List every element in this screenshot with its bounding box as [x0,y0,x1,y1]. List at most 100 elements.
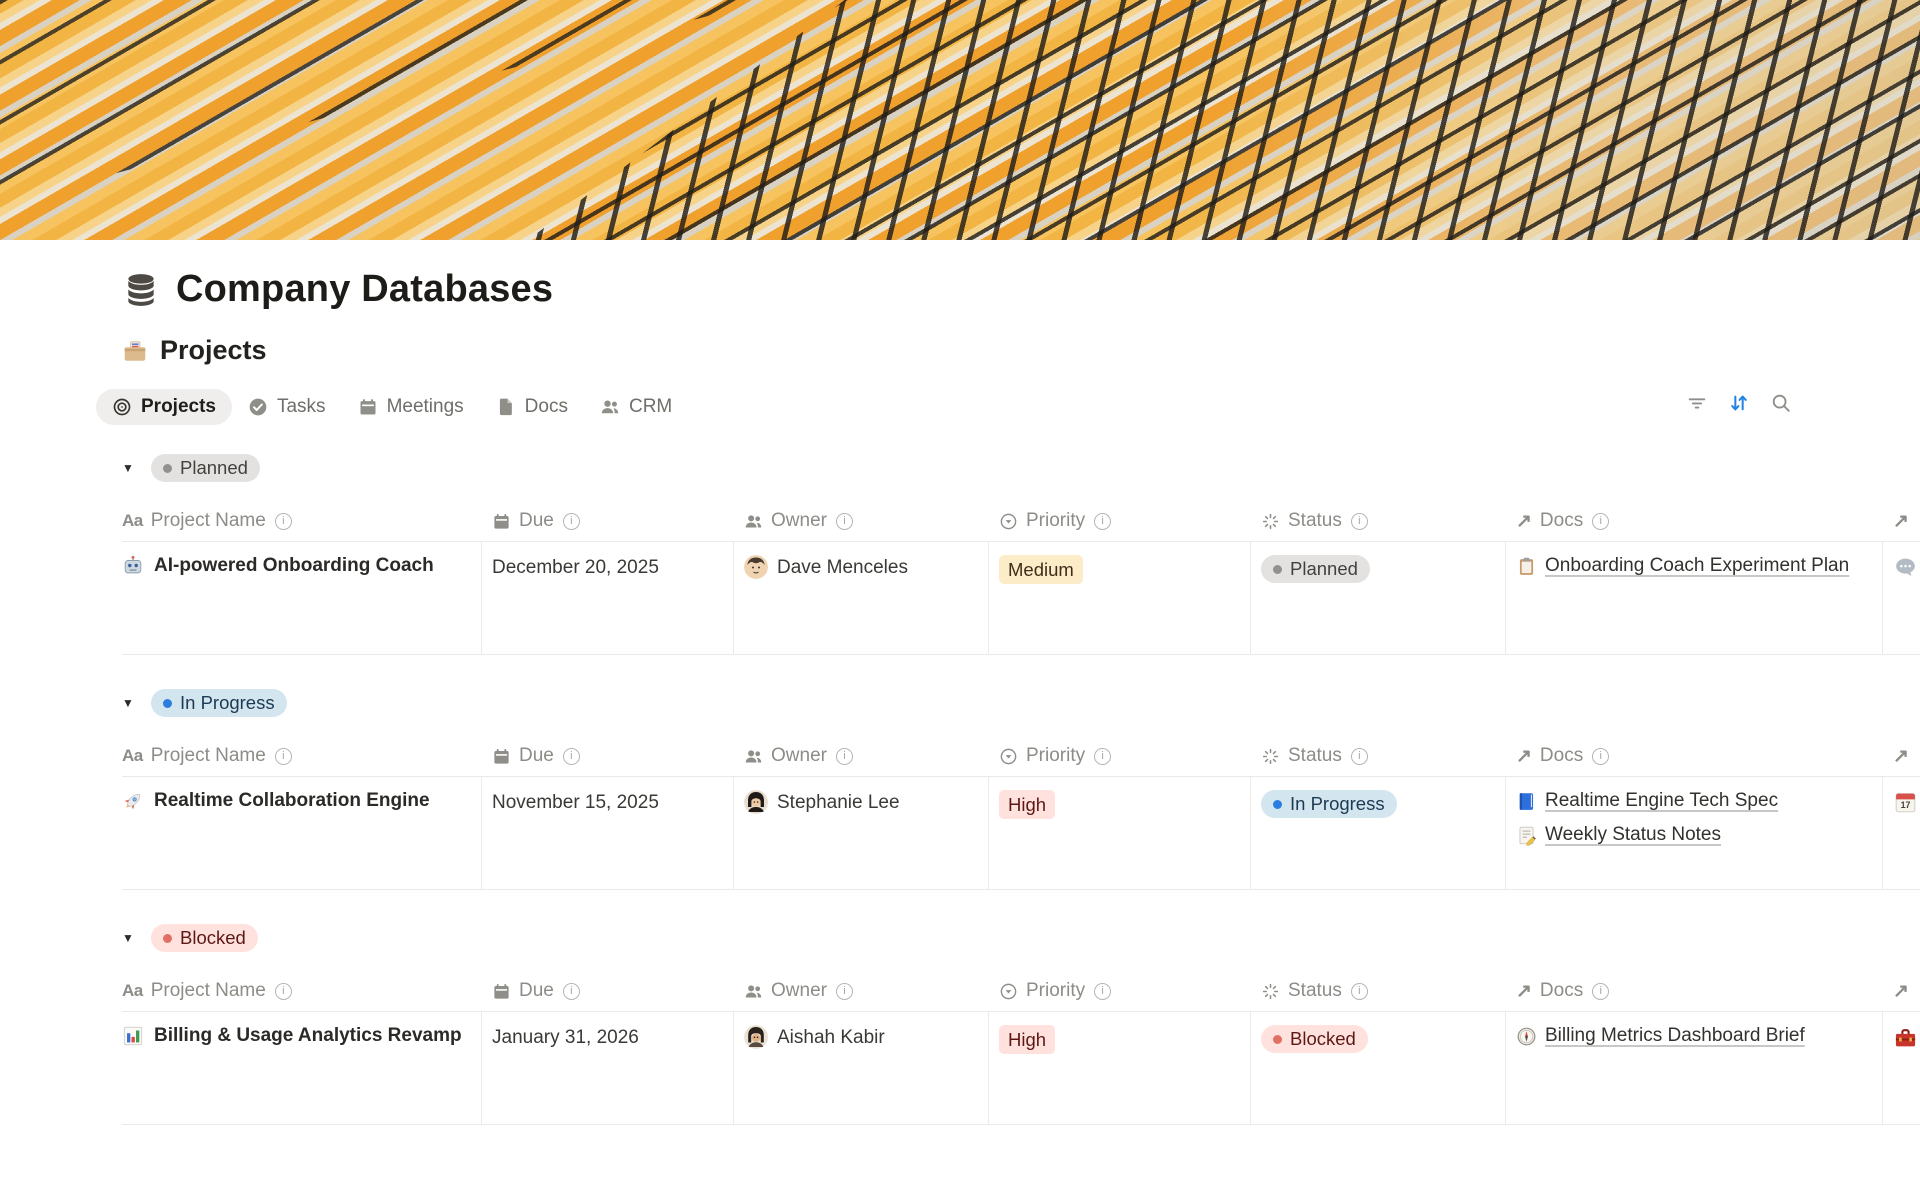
people-icon [744,747,763,766]
cell-docs: Onboarding Coach Experiment Plan [1506,542,1883,655]
info-icon[interactable]: i [275,748,292,765]
cell-docs: Billing Metrics Dashboard Brief [1506,1012,1883,1125]
filter-icon[interactable] [1686,392,1708,414]
cell-extra[interactable] [1883,542,1920,655]
tab-crm[interactable]: CRM [584,389,688,425]
status-tag: Planned [1261,555,1370,583]
arrow-up-right-icon: ↗ [1516,980,1532,1003]
status-dot [163,699,172,708]
column-header-project-name[interactable]: AaProject Namei [122,501,482,542]
cell-priority[interactable]: Medium [989,542,1251,655]
group-status-badge[interactable]: Planned [151,454,260,482]
info-icon[interactable]: i [1592,983,1609,1000]
column-header-priority[interactable]: Priorityi [989,971,1251,1012]
tab-tasks[interactable]: Tasks [232,389,342,425]
doc-link[interactable]: Billing Metrics Dashboard Brief [1516,1025,1805,1047]
info-icon[interactable]: i [1351,983,1368,1000]
info-icon[interactable]: i [836,983,853,1000]
group-label: Planned [180,457,248,479]
column-header-status[interactable]: Statusi [1251,736,1506,777]
projects-table: AaProject Namei Duei Owneri Priorityi St… [122,971,1920,1125]
column-header-due[interactable]: Duei [482,971,734,1012]
column-header-extra[interactable]: ↗ [1883,501,1920,542]
collapse-toggle-icon[interactable]: ▼ [122,931,138,945]
column-header-docs[interactable]: ↗Docsi [1506,971,1883,1012]
collapse-toggle-icon[interactable]: ▼ [122,461,138,475]
project-name: Realtime Collaboration Engine [154,790,430,812]
info-icon[interactable]: i [1592,513,1609,530]
blue-book-icon [1516,791,1537,812]
tab-docs[interactable]: Docs [480,389,584,425]
column-header-status[interactable]: Statusi [1251,501,1506,542]
text-property-icon: Aa [122,511,143,531]
sort-icon[interactable] [1728,392,1750,414]
group-label: In Progress [180,692,275,714]
cell-owner[interactable]: Aishah Kabir [734,1012,989,1125]
tab-label: Projects [141,396,216,418]
owner-name: Dave Menceles [777,555,908,579]
cell-extra[interactable]: 17 [1883,777,1920,890]
cell-due[interactable]: January 31, 2026 [482,1012,734,1125]
calendar-17-icon: 17 [1893,790,1918,815]
cell-priority[interactable]: High [989,1012,1251,1125]
doc-link[interactable]: Realtime Engine Tech Spec [1516,790,1778,812]
cell-project-name[interactable]: AI-powered Onboarding Coach [122,542,482,655]
bar-chart-icon [122,1025,144,1047]
column-header-project-name[interactable]: AaProject Namei [122,736,482,777]
column-header-priority[interactable]: Priorityi [989,501,1251,542]
info-icon[interactable]: i [1592,748,1609,765]
text-property-icon: Aa [122,981,143,1001]
cell-project-name[interactable]: Realtime Collaboration Engine [122,777,482,890]
cell-extra[interactable] [1883,1012,1920,1125]
column-header-due[interactable]: Duei [482,736,734,777]
column-header-project-name[interactable]: AaProject Namei [122,971,482,1012]
column-header-owner[interactable]: Owneri [734,501,989,542]
cell-owner[interactable]: Stephanie Lee [734,777,989,890]
column-header-due[interactable]: Duei [482,501,734,542]
cell-due[interactable]: November 15, 2025 [482,777,734,890]
tab-projects[interactable]: Projects [96,389,232,425]
column-header-owner[interactable]: Owneri [734,736,989,777]
info-icon[interactable]: i [836,748,853,765]
group-status-badge[interactable]: Blocked [151,924,258,952]
info-icon[interactable]: i [836,513,853,530]
column-header-docs[interactable]: ↗Docsi [1506,501,1883,542]
doc-link[interactable]: Weekly Status Notes [1516,824,1778,846]
info-icon[interactable]: i [1094,983,1111,1000]
group-status-badge[interactable]: In Progress [151,689,287,717]
info-icon[interactable]: i [1094,513,1111,530]
view-tabs: Projects Tasks Meetings [0,388,1920,426]
cell-status[interactable]: Blocked [1251,1012,1506,1125]
column-header-extra[interactable]: ↗ [1883,971,1920,1012]
owner-name: Stephanie Lee [777,790,900,814]
info-icon[interactable]: i [563,513,580,530]
document-icon [496,397,516,417]
column-header-docs[interactable]: ↗Docsi [1506,736,1883,777]
info-icon[interactable]: i [275,513,292,530]
info-icon[interactable]: i [1351,748,1368,765]
cell-owner[interactable]: Dave Menceles [734,542,989,655]
info-icon[interactable]: i [275,983,292,1000]
cell-project-name[interactable]: Billing & Usage Analytics Revamp [122,1012,482,1125]
search-icon[interactable] [1770,392,1792,414]
column-header-extra[interactable]: ↗ [1883,736,1920,777]
doc-link[interactable]: Onboarding Coach Experiment Plan [1516,555,1849,577]
cell-status[interactable]: Planned [1251,542,1506,655]
collapse-toggle-icon[interactable]: ▼ [122,696,138,710]
robot-icon [122,555,144,577]
cell-due[interactable]: December 20, 2025 [482,542,734,655]
column-header-priority[interactable]: Priorityi [989,736,1251,777]
cell-docs: Realtime Engine Tech Spec Weekly Status … [1506,777,1883,890]
column-header-owner[interactable]: Owneri [734,971,989,1012]
group-blocked: ▼ Blocked AaProject Namei Duei Owneri Pr… [122,924,1920,1125]
column-header-status[interactable]: Statusi [1251,971,1506,1012]
select-icon [999,512,1018,531]
info-icon[interactable]: i [1351,513,1368,530]
info-icon[interactable]: i [1094,748,1111,765]
info-icon[interactable]: i [563,983,580,1000]
info-icon[interactable]: i [563,748,580,765]
cell-status[interactable]: In Progress [1251,777,1506,890]
target-icon [112,397,132,417]
tab-meetings[interactable]: Meetings [342,389,480,425]
cell-priority[interactable]: High [989,777,1251,890]
